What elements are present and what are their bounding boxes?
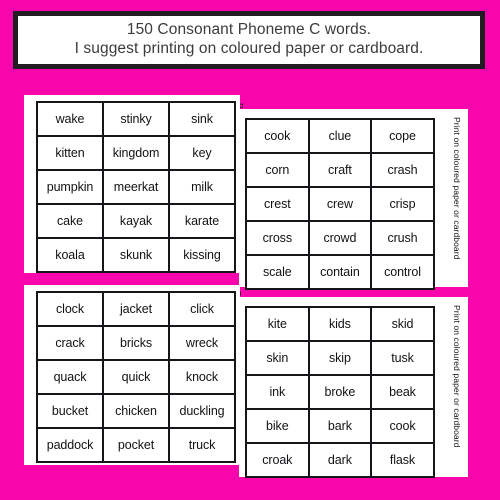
- word-cell[interactable]: cake: [36, 203, 104, 239]
- word-cell[interactable]: pumpkin: [36, 169, 104, 205]
- header-banner: 150 Consonant Phoneme C words. I suggest…: [13, 11, 485, 69]
- word-grid-row: koala skunk kissing: [36, 237, 236, 273]
- word-cell[interactable]: koala: [36, 237, 104, 273]
- word-card-top-right: cook clue cope corn craft crash crest crew crisp…: [239, 109, 468, 290]
- word-grid-row: scale contain control: [245, 254, 435, 290]
- word-cell[interactable]: contain: [307, 254, 373, 290]
- word-cell[interactable]: cross: [245, 220, 310, 256]
- word-cell[interactable]: tusk: [370, 340, 435, 376]
- word-cell[interactable]: paddock: [36, 427, 104, 463]
- word-card-bottom-right: kite kids skid skin skip tusk ink broke beak bike…: [239, 297, 468, 478]
- word-grid-top-right: cook clue cope corn craft crash crest crew crisp…: [245, 118, 435, 290]
- word-grid-row: croak dark flask: [245, 442, 435, 478]
- word-cell[interactable]: beak: [370, 374, 435, 410]
- word-cell[interactable]: scale: [245, 254, 310, 290]
- word-grid-row: corn craft crash: [245, 152, 435, 188]
- word-card-bottom-left: clock jacket click crack bricks wreck quack qui…: [24, 285, 240, 465]
- word-cell[interactable]: kitten: [36, 135, 104, 171]
- word-cell[interactable]: craft: [307, 152, 373, 188]
- word-grid-row: pumpkin meerkat milk: [36, 169, 236, 205]
- side-note-bottom-right: Print on coloured paper or cardboard: [452, 305, 462, 448]
- word-cell[interactable]: flask: [370, 442, 435, 478]
- word-cell[interactable]: crush: [370, 220, 435, 256]
- word-cell[interactable]: quack: [36, 359, 104, 395]
- word-grid-row: quack quick knock: [36, 359, 236, 395]
- word-cell[interactable]: control: [370, 254, 435, 290]
- word-cell[interactable]: croak: [245, 442, 310, 478]
- word-cell[interactable]: wake: [36, 101, 104, 137]
- word-cell[interactable]: click: [168, 291, 236, 327]
- word-grid-row: wake stinky sink: [36, 101, 236, 137]
- word-grid-bottom-right: kite kids skid skin skip tusk ink broke beak bike…: [245, 306, 435, 478]
- word-cell[interactable]: skid: [370, 306, 435, 342]
- word-cell[interactable]: clue: [307, 118, 373, 154]
- word-grid-bottom-left: clock jacket click crack bricks wreck quack qui…: [36, 291, 236, 463]
- word-cell[interactable]: chicken: [102, 393, 170, 429]
- word-cell[interactable]: kite: [245, 306, 310, 342]
- word-cell[interactable]: cook: [370, 408, 435, 444]
- word-grid-row: cook clue cope: [245, 118, 435, 154]
- word-cell[interactable]: bucket: [36, 393, 104, 429]
- word-cell[interactable]: skip: [307, 340, 373, 376]
- word-cell[interactable]: crew: [307, 186, 373, 222]
- word-grid-top-left: wake stinky sink kitten kingdom key pumpkin mee…: [36, 101, 236, 273]
- word-cell[interactable]: milk: [168, 169, 236, 205]
- word-grid-row: cross crowd crush: [245, 220, 435, 256]
- side-note-top-right: Print on coloured paper or cardboard: [452, 117, 462, 260]
- word-grid-row: clock jacket click: [36, 291, 236, 327]
- word-cell[interactable]: kayak: [102, 203, 170, 239]
- word-grid-row: cake kayak karate: [36, 203, 236, 239]
- word-cell[interactable]: crisp: [370, 186, 435, 222]
- word-grid-row: bike bark cook: [245, 408, 435, 444]
- word-cell[interactable]: broke: [307, 374, 373, 410]
- word-cell[interactable]: kingdom: [102, 135, 170, 171]
- word-cell[interactable]: kissing: [168, 237, 236, 273]
- word-grid-row: kite kids skid: [245, 306, 435, 342]
- word-cell[interactable]: wreck: [168, 325, 236, 361]
- word-grid-row: crack bricks wreck: [36, 325, 236, 361]
- word-cell[interactable]: knock: [168, 359, 236, 395]
- word-cell[interactable]: skunk: [102, 237, 170, 273]
- page-root: 150 Consonant Phoneme C words. I suggest…: [0, 0, 500, 500]
- word-grid-row: bucket chicken duckling: [36, 393, 236, 429]
- word-grid-row: skin skip tusk: [245, 340, 435, 376]
- word-grid-row: kitten kingdom key: [36, 135, 236, 171]
- word-grid-row: paddock pocket truck: [36, 427, 236, 463]
- word-cell[interactable]: truck: [168, 427, 236, 463]
- word-cell[interactable]: crowd: [307, 220, 373, 256]
- header-title-line-1: 150 Consonant Phoneme C words.: [126, 21, 372, 39]
- word-cell[interactable]: corn: [245, 152, 310, 188]
- word-cell[interactable]: clock: [36, 291, 104, 327]
- word-cell[interactable]: stinky: [102, 101, 170, 137]
- word-cell[interactable]: crash: [370, 152, 435, 188]
- word-cell[interactable]: kids: [307, 306, 373, 342]
- word-cell[interactable]: crack: [36, 325, 104, 361]
- word-cell[interactable]: cook: [245, 118, 310, 154]
- word-cell[interactable]: meerkat: [102, 169, 170, 205]
- word-cell[interactable]: crest: [245, 186, 310, 222]
- word-cell[interactable]: pocket: [102, 427, 170, 463]
- word-cell[interactable]: karate: [168, 203, 236, 239]
- word-cell[interactable]: quick: [102, 359, 170, 395]
- word-grid-row: ink broke beak: [245, 374, 435, 410]
- word-cell[interactable]: key: [168, 135, 236, 171]
- word-cell[interactable]: jacket: [102, 291, 170, 327]
- word-cell[interactable]: duckling: [168, 393, 236, 429]
- word-cell[interactable]: skin: [245, 340, 310, 376]
- word-cell[interactable]: cope: [370, 118, 435, 154]
- word-grid-row: crest crew crisp: [245, 186, 435, 222]
- word-cell[interactable]: ink: [245, 374, 310, 410]
- word-cell[interactable]: bark: [307, 408, 373, 444]
- word-cell[interactable]: bricks: [102, 325, 170, 361]
- word-cell[interactable]: sink: [168, 101, 236, 137]
- word-cell[interactable]: dark: [307, 442, 373, 478]
- header-title-line-2: I suggest printing on coloured paper or …: [74, 40, 424, 57]
- word-card-top-left: wake stinky sink kitten kingdom key pumpkin mee…: [24, 95, 240, 273]
- word-cell[interactable]: bike: [245, 408, 310, 444]
